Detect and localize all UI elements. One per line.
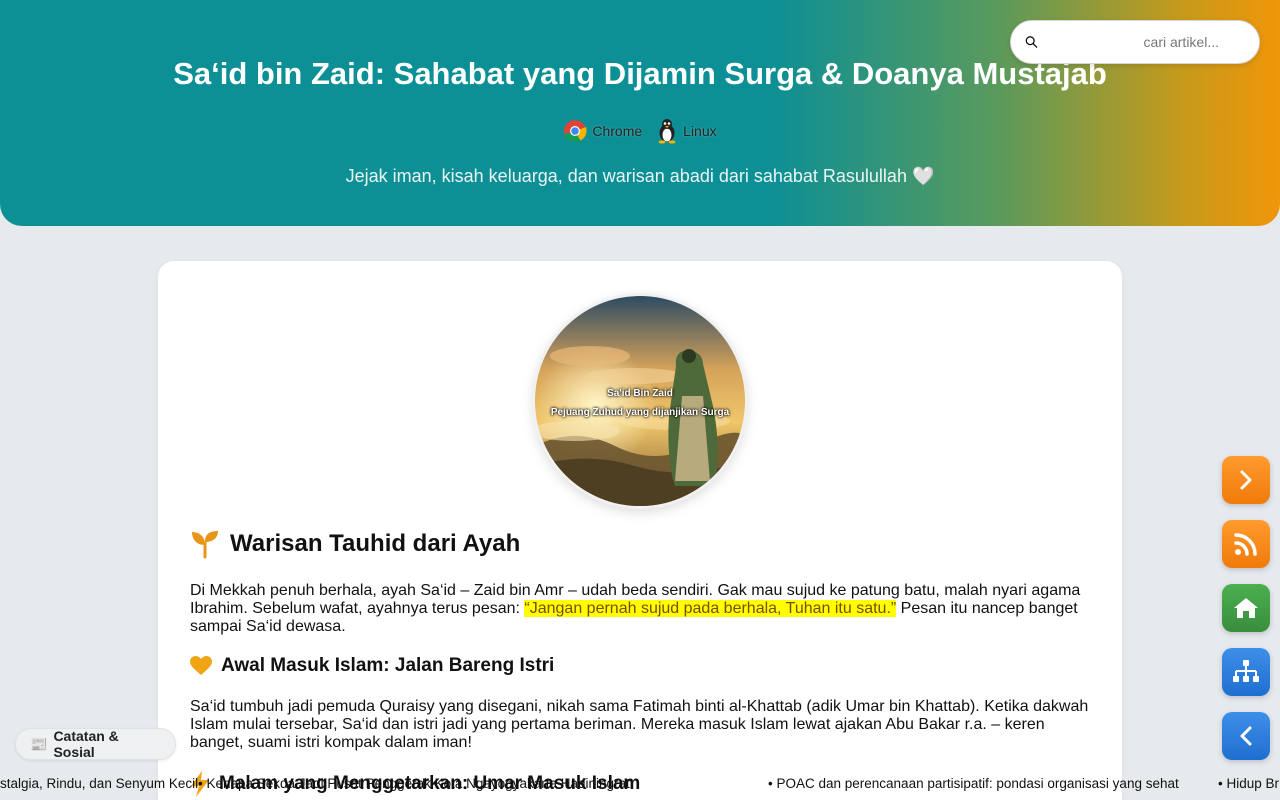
page-subtitle: Jejak iman, kisah keluarga, dan warisan … bbox=[345, 166, 935, 186]
sitemap-icon bbox=[1233, 660, 1259, 682]
section-heading-text: Awal Masuk Islam: Jalan Bareng Istri bbox=[221, 655, 555, 676]
environment-badges: Chrome Linux bbox=[0, 118, 1280, 144]
search-box bbox=[1010, 20, 1260, 64]
chevron-left-icon bbox=[1240, 726, 1252, 746]
next-button[interactable] bbox=[1222, 456, 1270, 504]
image-caption-title: Sa'id Bin Zaid bbox=[607, 388, 673, 399]
ticker-item[interactable]: stalgia, Rindu, dan Senyum Kecil bbox=[0, 776, 198, 791]
home-icon bbox=[1234, 598, 1258, 618]
section-heading-awal-islam: Awal Masuk Islam: Jalan Bareng Istri bbox=[190, 655, 554, 677]
rss-icon bbox=[1234, 533, 1257, 556]
section-paragraph-1: Di Mekkah penuh berhala, ayah Sa‘id – Za… bbox=[190, 582, 1081, 635]
rss-button[interactable] bbox=[1222, 520, 1270, 568]
ticker-item[interactable]: • POAC dan perencanaan partisipatif: pon… bbox=[768, 776, 1179, 791]
section-heading-text: Warisan Tauhid dari Ayah bbox=[230, 530, 521, 557]
chrome-badge: Chrome bbox=[563, 119, 642, 143]
ticker-item[interactable]: • Kenapa Sekda Jadi Pusat Penggerak Kota… bbox=[198, 776, 630, 791]
linux-icon bbox=[658, 119, 676, 144]
newspaper-icon: 📰 bbox=[30, 735, 48, 752]
chevron-right-icon bbox=[1240, 470, 1252, 490]
featured-image: Sa'id Bin Zaid Pejuang Zuhud yang dijanj… bbox=[535, 296, 745, 506]
section-paragraph-2: Sa‘id tumbuh jadi pemuda Quraisy yang di… bbox=[190, 698, 1089, 751]
highlighted-quote: “Jangan pernah sujud pada berhala, Tuhan… bbox=[524, 600, 897, 617]
category-chip[interactable]: 📰 Catatan & Sosial bbox=[15, 728, 176, 760]
article-card: Sa'id Bin Zaid Pejuang Zuhud yang dijanj… bbox=[158, 261, 1122, 800]
section-heading-warisan: Warisan Tauhid dari Ayah bbox=[190, 529, 520, 559]
category-chip-label: Catatan & Sosial bbox=[53, 728, 119, 760]
back-button[interactable] bbox=[1222, 712, 1270, 760]
sprout-icon bbox=[192, 531, 218, 559]
ticker-item[interactable]: • Hidup Br bbox=[1218, 776, 1279, 791]
search-input[interactable] bbox=[1038, 34, 1245, 50]
heart-icon bbox=[190, 656, 212, 675]
linux-badge: Linux bbox=[656, 118, 717, 144]
image-caption: Sa'id Bin Zaid Pejuang Zuhud yang dijanj… bbox=[535, 384, 745, 422]
chrome-label: Chrome bbox=[592, 123, 643, 139]
linux-label: Linux bbox=[683, 123, 717, 139]
chrome-icon bbox=[564, 120, 587, 142]
sitemap-button[interactable] bbox=[1222, 648, 1270, 696]
news-ticker: stalgia, Rindu, dan Senyum Kecil • Kenap… bbox=[0, 772, 1280, 796]
home-button[interactable] bbox=[1222, 584, 1270, 632]
image-caption-subtitle: Pejuang Zuhud yang dijanjikan Surga bbox=[550, 407, 730, 418]
search-icon[interactable] bbox=[1025, 32, 1038, 52]
